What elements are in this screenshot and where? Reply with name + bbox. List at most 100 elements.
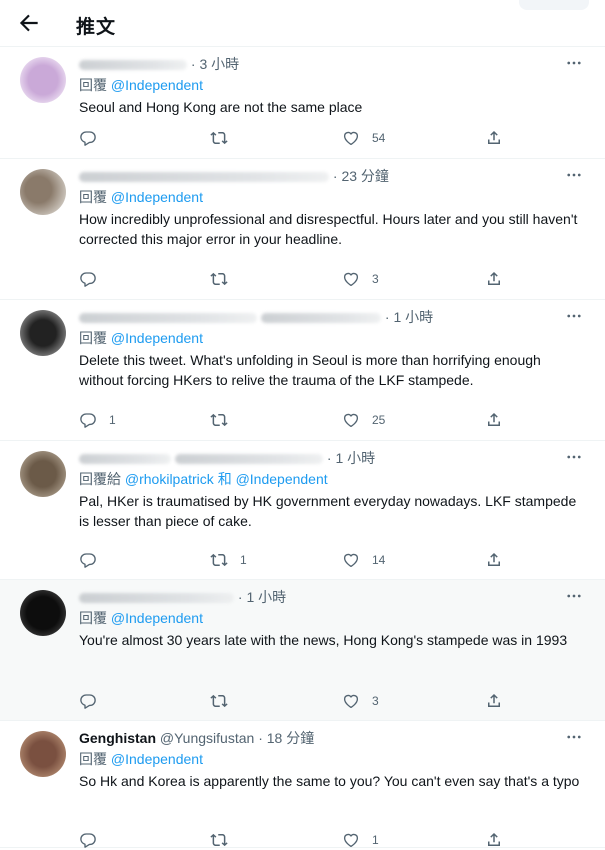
avatar[interactable]: [20, 451, 66, 497]
tweet[interactable]: · 1 小時 回覆給 @rhokilpatrick 和 @Independent P…: [0, 441, 605, 580]
header-edge: [519, 0, 589, 10]
page-title: 推文: [76, 17, 117, 38]
mention-link[interactable]: @Independent: [111, 77, 203, 93]
tweet[interactable]: · 1 小時回覆 @Independent Delete this tweet. …: [0, 300, 605, 441]
tweet[interactable]: · 1 小時回覆 @Independent You're almost 30 ye…: [0, 580, 605, 721]
reply-prefix: 回覆: [79, 330, 107, 346]
share-button[interactable]: [485, 830, 503, 850]
reply-button[interactable]: [79, 269, 109, 289]
share-button[interactable]: [485, 128, 503, 148]
share-button[interactable]: [485, 410, 503, 430]
like-count: 54: [372, 131, 386, 145]
like-button[interactable]: 25: [342, 410, 385, 430]
tweet-time[interactable]: · 1 小時: [327, 450, 375, 466]
mention-link[interactable]: @Independent: [111, 751, 203, 767]
heart-icon: [343, 553, 359, 568]
avatar[interactable]: [20, 731, 66, 777]
tweet[interactable]: Genghistan @Yungsifustan · 18 分鐘 回覆 @Inde…: [0, 721, 605, 848]
mention-link[interactable]: @Independent: [111, 330, 203, 346]
share-button[interactable]: [485, 691, 503, 711]
more-horizontal-icon: [567, 455, 581, 459]
reply-button[interactable]: [79, 550, 109, 570]
reply-button[interactable]: [79, 691, 109, 711]
reply-prefix: 回覆: [79, 77, 107, 93]
more-button[interactable]: [559, 48, 589, 78]
more-button[interactable]: [559, 160, 589, 190]
redacted-user-name: [79, 454, 171, 465]
heart-icon: [343, 131, 359, 146]
share-button[interactable]: [485, 269, 503, 289]
share-upload-icon: [488, 552, 500, 566]
reply-button[interactable]: 1: [79, 410, 116, 430]
like-count: 1: [372, 833, 379, 847]
tweet[interactable]: · 3 小時 回覆 @Independent Seoul and Hong Ko…: [0, 47, 605, 159]
reply-bubble-icon: [80, 131, 96, 146]
tweet-time[interactable]: · 1 小時: [238, 589, 286, 605]
like-count: 3: [372, 272, 379, 286]
heart-icon: [343, 694, 359, 709]
share-upload-icon: [488, 412, 500, 426]
mention-link[interactable]: @Independent: [111, 610, 203, 626]
more-button[interactable]: [559, 442, 589, 472]
like-count: 25: [372, 413, 386, 427]
reply-button[interactable]: [79, 830, 109, 850]
retweet-button[interactable]: [210, 269, 240, 289]
like-button[interactable]: 54: [342, 128, 385, 148]
share-button[interactable]: [485, 550, 503, 570]
user-name[interactable]: Genghistan: [79, 730, 156, 746]
redacted-user-name: [79, 593, 234, 604]
tweet-actions: 1 14: [79, 550, 605, 570]
tweet-time[interactable]: · 1 小時: [385, 309, 433, 325]
like-button[interactable]: 14: [342, 550, 385, 570]
tweet-text: Delete this tweet. What's unfolding in S…: [79, 352, 541, 388]
share-upload-icon: [488, 693, 500, 707]
tweet-text: You're almost 30 years late with the new…: [79, 632, 568, 648]
like-count: 14: [372, 553, 386, 567]
tweet[interactable]: · 23 分鐘回覆 @Independent How incredibly unp…: [0, 159, 605, 300]
like-button[interactable]: 3: [342, 269, 379, 289]
tweet-meta: · 1 小時: [79, 587, 589, 607]
share-upload-icon: [488, 271, 500, 285]
more-horizontal-icon: [567, 594, 581, 598]
like-button[interactable]: 3: [342, 691, 379, 711]
tweet-time[interactable]: · 18 分鐘: [258, 730, 314, 746]
tweet-actions: 1: [79, 830, 605, 850]
more-horizontal-icon: [567, 173, 581, 177]
tweet-text: How incredibly unprofessional and disres…: [79, 211, 578, 247]
more-button[interactable]: [559, 581, 589, 611]
avatar[interactable]: [20, 310, 66, 356]
more-button[interactable]: [559, 722, 589, 752]
reply-button[interactable]: [79, 128, 109, 148]
retweet-button[interactable]: [210, 128, 240, 148]
share-upload-icon: [488, 832, 500, 846]
reply-bubble-icon: [80, 553, 96, 568]
reply-prefix: 回覆: [79, 610, 107, 626]
more-button[interactable]: [559, 301, 589, 331]
tweet-meta: · 23 分鐘: [79, 166, 589, 186]
more-horizontal-icon: [567, 314, 581, 318]
mention-link[interactable]: @rhokilpatrick: [125, 471, 214, 487]
reply-context: 回覆 @Independent: [79, 608, 589, 629]
tweet-text: Pal, HKer is traumatised by HK governmen…: [79, 493, 577, 529]
retweet-icon: [210, 694, 228, 708]
reply-bubble-icon: [80, 694, 96, 709]
avatar[interactable]: [20, 57, 66, 103]
tweet-time[interactable]: · 23 分鐘: [333, 168, 389, 184]
retweet-button[interactable]: [210, 830, 240, 850]
retweet-button[interactable]: [210, 691, 240, 711]
avatar[interactable]: [20, 169, 66, 215]
back-button[interactable]: [16, 10, 42, 36]
mention-link[interactable]: @Independent: [236, 471, 328, 487]
like-button[interactable]: 1: [342, 830, 379, 850]
reply-context: 回覆 @Independent: [79, 187, 589, 208]
retweet-button[interactable]: 1: [210, 550, 247, 570]
share-upload-icon: [488, 130, 500, 144]
more-horizontal-icon: [567, 735, 581, 739]
tweet-time[interactable]: · 3 小時: [191, 56, 239, 72]
user-handle[interactable]: @Yungsifustan: [160, 730, 254, 746]
mention-link[interactable]: @Independent: [111, 189, 203, 205]
retweet-button[interactable]: [210, 410, 240, 430]
heart-icon: [343, 413, 359, 428]
tweet-actions: 3: [79, 269, 605, 289]
avatar[interactable]: [20, 590, 66, 636]
